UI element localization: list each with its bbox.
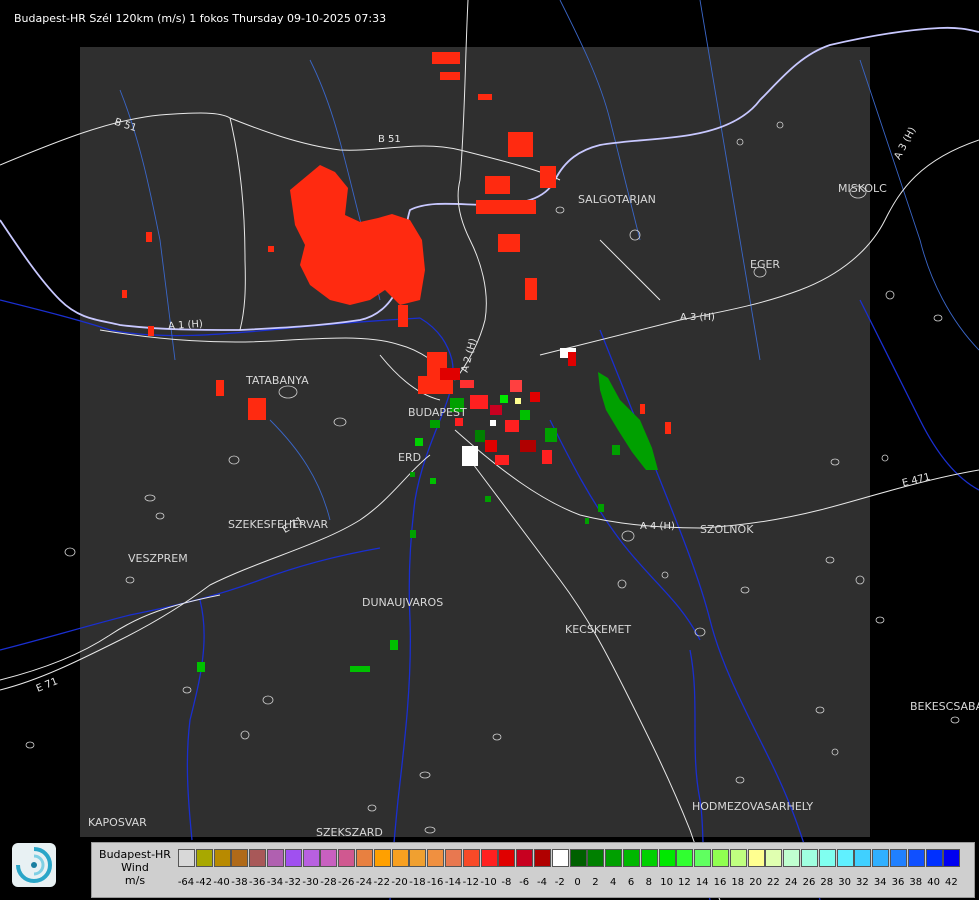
city-label-kecskemet: KECSKEMET <box>565 623 632 636</box>
legend-swatch <box>534 849 551 867</box>
legend-swatch <box>391 849 409 867</box>
legend-swatch <box>907 849 925 867</box>
city-label-bekescsaba: BEKESCSABA <box>910 700 979 713</box>
legend-swatch <box>338 849 356 867</box>
legend-swatch <box>605 849 623 867</box>
legend-swatch <box>231 849 249 867</box>
legend-swatch <box>836 849 854 867</box>
city-label-dunaujvaros: DUNAUJVAROS <box>362 596 444 609</box>
legend-swatch <box>302 849 320 867</box>
legend-swatch <box>195 849 213 867</box>
legend-swatch <box>356 849 373 867</box>
city-label-hodmezovasarhely: HODMEZOVASARHELY <box>692 800 814 813</box>
city-label-veszprem: VESZPREM <box>128 552 188 565</box>
legend-title-unit: m/s <box>124 874 146 887</box>
map-title: Budapest-HR Szél 120km (m/s) 1 fokos Thu… <box>14 12 387 25</box>
legend-swatch <box>462 849 480 867</box>
legend-swatch <box>658 849 676 867</box>
legend-swatch <box>729 849 747 867</box>
legend-swatch <box>284 849 302 867</box>
city-label-szekszard: SZEKSZARD <box>316 826 383 839</box>
legend-swatch <box>943 849 961 867</box>
legend-title-source: Budapest-HR <box>99 848 171 861</box>
legend-swatch <box>765 849 783 867</box>
legend-swatch <box>267 849 284 867</box>
service-logo <box>12 843 56 887</box>
legend-swatch <box>818 849 836 867</box>
legend-swatch <box>409 849 427 867</box>
legend-swatch <box>854 849 872 867</box>
legend-swatch <box>569 849 587 867</box>
legend-title: Budapest-HR Wind m/s <box>92 848 178 887</box>
legend-swatch <box>694 849 712 867</box>
legend-swatch <box>480 849 498 867</box>
city-label-salgotarjan: SALGOTARJAN <box>578 193 656 206</box>
legend-swatch <box>623 849 640 867</box>
legend-swatch <box>801 849 818 867</box>
city-label-budapest: BUDAPEST <box>408 406 467 419</box>
legend-swatch <box>498 849 516 867</box>
legend-swatch <box>320 849 338 867</box>
legend-swatch <box>925 849 943 867</box>
road-label-b51-east: B 51 <box>378 134 401 145</box>
legend-title-product: Wind <box>121 861 149 874</box>
legend-tick-label: 42 <box>945 877 958 888</box>
legend-swatch <box>890 849 907 867</box>
radar-map <box>0 0 979 900</box>
legend-swatch <box>213 849 231 867</box>
legend-swatch <box>445 849 462 867</box>
city-label-szekesfehervar: SZEKESFEHERVAR <box>228 518 329 531</box>
road-label-a4: A 4 (H) <box>640 521 675 532</box>
road-label-a3: A 3 (H) <box>680 312 715 323</box>
legend-swatch <box>587 849 605 867</box>
legend-swatch <box>178 849 195 867</box>
legend-swatch <box>373 849 391 867</box>
legend-swatch <box>516 849 534 867</box>
city-label-eger: EGER <box>750 258 781 271</box>
legend-swatch <box>872 849 890 867</box>
city-label-kaposvar: KAPOSVAR <box>88 816 147 829</box>
city-label-tatabanya: TATABANYA <box>246 374 309 387</box>
color-legend: Budapest-HR Wind m/s -64 -42 -40 -38 -36 -34-… <box>91 842 975 898</box>
city-label-erd: ERD <box>398 451 422 464</box>
city-label-miskolc: MISKOLC <box>838 182 887 195</box>
legend-swatch <box>712 849 729 867</box>
legend-swatch <box>747 849 765 867</box>
legend-swatch <box>249 849 267 867</box>
legend-swatch <box>640 849 658 867</box>
legend-swatch <box>676 849 694 867</box>
legend-swatch <box>783 849 801 867</box>
legend-swatch <box>427 849 445 867</box>
legend-swatch <box>551 849 569 867</box>
city-label-szolnok: SZOLNOK <box>700 523 754 536</box>
